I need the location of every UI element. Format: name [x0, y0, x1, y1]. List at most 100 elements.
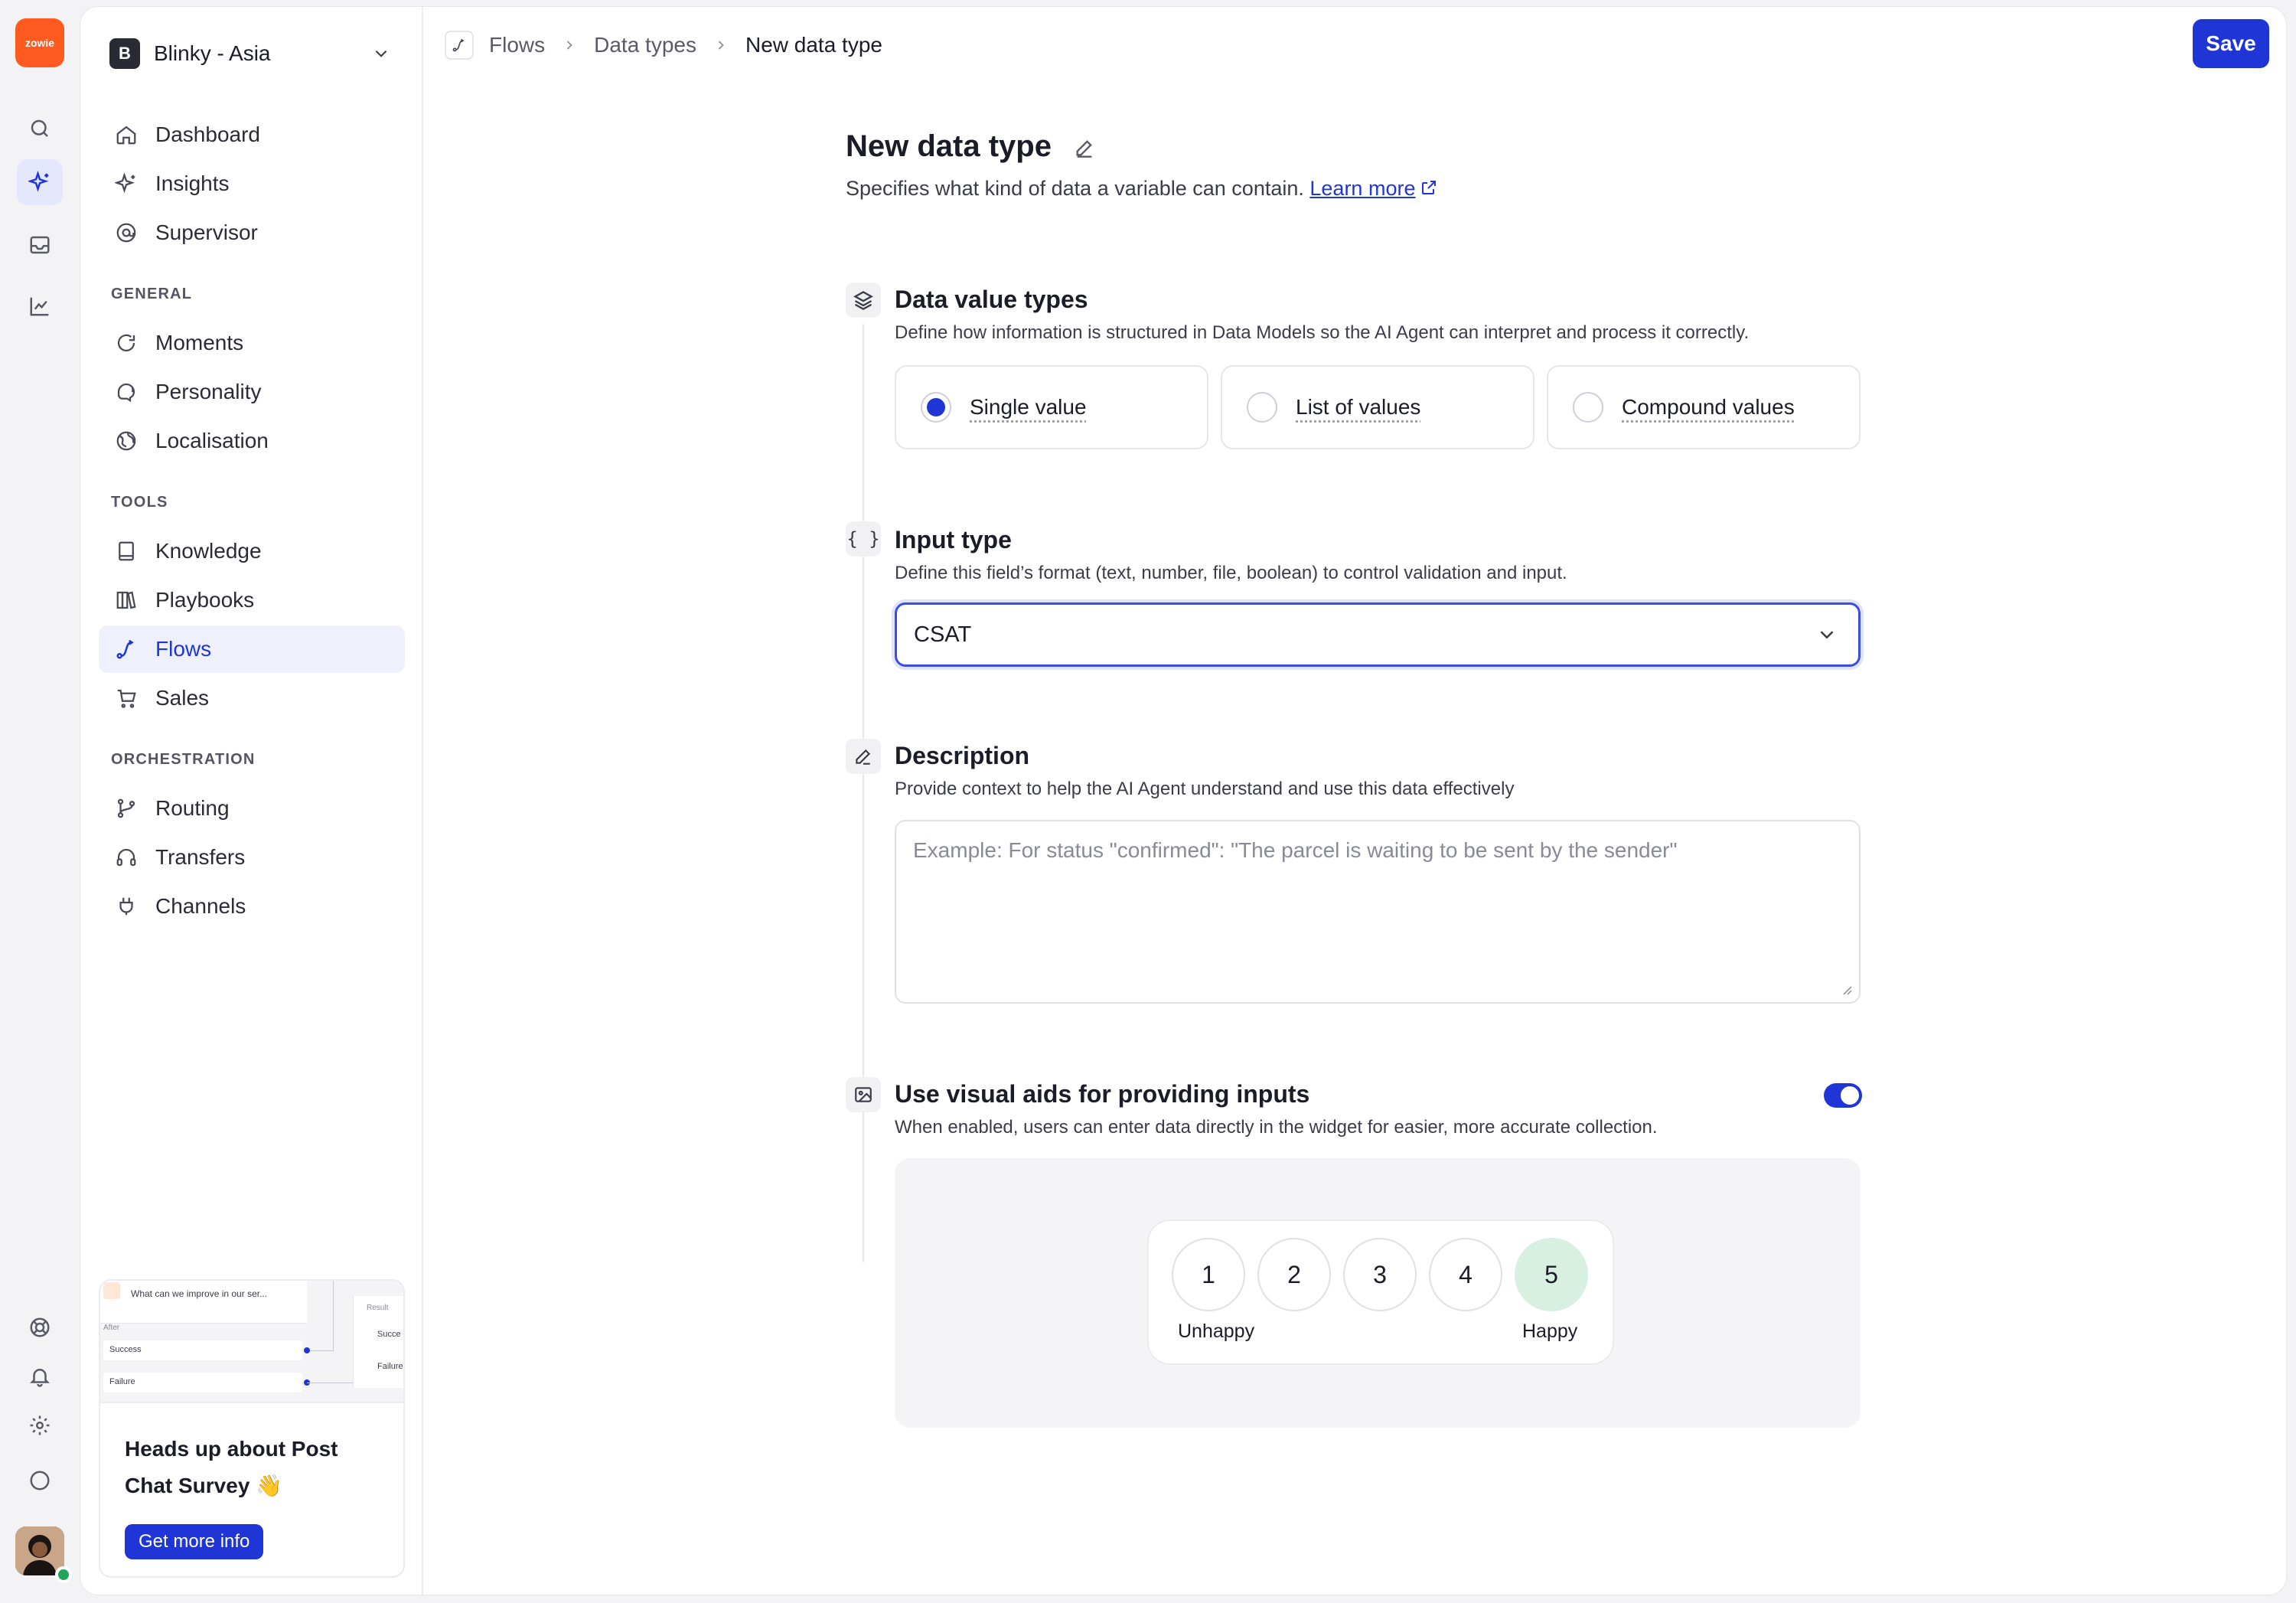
layers-icon [846, 282, 881, 318]
breadcrumb: Flows Data types New data type [445, 28, 882, 62]
input-type-value: CSAT [914, 622, 972, 647]
promo-thumb-success: Success [103, 1340, 302, 1360]
sidebar-item-knowledge[interactable]: Knowledge [99, 527, 405, 575]
rating-option-1[interactable]: 1 [1172, 1238, 1245, 1311]
rating-high-label: Happy [1522, 1321, 1578, 1342]
sidebar-item-transfers[interactable]: Transfers [99, 834, 405, 881]
chevron-down-icon [371, 44, 391, 64]
at-icon [113, 219, 140, 246]
radio-unselected[interactable] [1247, 392, 1277, 423]
visual-aids-desc: When enabled, users can enter data direc… [895, 1117, 1658, 1138]
rail-help-button[interactable] [17, 1304, 63, 1350]
rating-widget: 1 2 3 4 5 Unhappy Happy [1147, 1219, 1614, 1365]
description-placeholder: Example: For status "confirmed": "The pa… [913, 838, 1678, 862]
data-value-types-desc: Define how information is structured in … [895, 322, 1750, 343]
learn-more-link[interactable]: Learn more [1309, 177, 1438, 200]
input-type-select[interactable]: CSAT [895, 602, 1861, 667]
promo-thumb-result-failure: Failure [377, 1362, 403, 1371]
promo-card: What can we improve in our ser... After … [99, 1279, 405, 1578]
sidebar-item-insights[interactable]: Insights [99, 160, 405, 207]
headset-icon [113, 844, 140, 871]
page-subtitle: Specifies what kind of data a variable c… [846, 177, 1438, 201]
rail-analytics-button[interactable] [17, 283, 63, 329]
sidebar-item-channels[interactable]: Channels [99, 883, 405, 930]
rating-option-2[interactable]: 2 [1257, 1238, 1331, 1311]
get-more-info-button[interactable]: Get more info [125, 1524, 264, 1559]
plug-icon [113, 893, 140, 920]
option-list-of-values[interactable]: List of values [1221, 365, 1534, 449]
app-logo[interactable]: zowie [15, 18, 64, 67]
braces-icon: { } [846, 521, 881, 557]
sidebar-item-flows[interactable]: Flows [99, 625, 405, 673]
sidebar-item-dashboard[interactable]: Dashboard [99, 111, 405, 158]
library-icon [113, 586, 140, 614]
sidebar-item-routing[interactable]: Routing [99, 785, 405, 832]
breadcrumb-data-types[interactable]: Data types [594, 33, 696, 57]
rating-option-4[interactable]: 4 [1429, 1238, 1502, 1311]
sidebar-item-localisation[interactable]: Localisation [99, 417, 405, 465]
online-status-dot [55, 1566, 72, 1583]
flow-icon [113, 635, 140, 663]
sidebar-item-label: Playbooks [155, 588, 255, 612]
book-icon [113, 537, 140, 565]
promo-illustration: What can we improve in our ser... After … [100, 1281, 403, 1403]
workspace-switcher[interactable]: B Blinky - Asia [97, 27, 403, 80]
description-title: Description [895, 742, 1030, 769]
promo-thumb-result-success: Succe [377, 1330, 401, 1339]
chat-icon [28, 1469, 51, 1492]
sidebar-item-playbooks[interactable]: Playbooks [99, 576, 405, 624]
page-subtitle-text: Specifies what kind of data a variable c… [846, 177, 1304, 200]
resize-handle-icon[interactable] [1839, 982, 1853, 996]
sidebar-item-label: Personality [155, 380, 262, 403]
save-button[interactable]: Save [2193, 19, 2269, 68]
sidebar-item-supervisor[interactable]: Supervisor [99, 209, 405, 256]
rail-ai-button[interactable] [17, 159, 63, 205]
sidebar-item-label: Sales [155, 686, 210, 710]
image-icon [846, 1077, 881, 1112]
input-type-desc: Define this field’s format (text, number… [895, 563, 1567, 583]
sidebar-item-label: Moments [155, 331, 244, 354]
sidebar-item-label: Knowledge [155, 539, 262, 563]
sparkle-icon [28, 171, 51, 194]
chart-icon [28, 295, 51, 318]
sidebar-item-personality[interactable]: Personality [99, 368, 405, 416]
edit-title-pencil-icon[interactable] [1074, 137, 1095, 158]
page-title: New data type [846, 129, 1095, 164]
visual-aids-toggle[interactable] [1824, 1083, 1862, 1108]
description-textarea[interactable]: Example: For status "confirmed": "The pa… [895, 820, 1861, 1004]
option-single-value[interactable]: Single value [895, 365, 1208, 449]
option-compound-values[interactable]: Compound values [1547, 365, 1861, 449]
visual-aids-title: Use visual aids for providing inputs [895, 1080, 1310, 1108]
breadcrumb-flows[interactable]: Flows [489, 33, 545, 57]
chevron-right-icon [713, 38, 729, 53]
rating-option-5-selected[interactable]: 5 [1515, 1238, 1588, 1311]
breadcrumb-current: New data type [745, 33, 882, 57]
radio-selected[interactable] [921, 392, 951, 423]
rail-search-button[interactable] [17, 106, 63, 152]
radio-unselected[interactable] [1573, 392, 1603, 423]
flow-icon [445, 31, 474, 60]
icon-rail: zowie [6, 6, 77, 1597]
sidebar-item-label: Supervisor [155, 220, 258, 244]
promo-thumb-question: What can we improve in our ser... [131, 1288, 268, 1299]
promo-thumb-result: Result [367, 1304, 389, 1312]
input-type-title: Input type [895, 526, 1012, 553]
chevron-down-icon [1815, 623, 1838, 646]
rail-chat-button[interactable] [17, 1458, 63, 1503]
section-title-general: GENERAL [111, 286, 193, 302]
sidebar-item-label: Channels [155, 894, 246, 918]
topbar: Flows Data types New data type Save [423, 7, 2286, 83]
sidebar-item-sales[interactable]: Sales [99, 674, 405, 722]
rail-settings-button[interactable] [17, 1402, 63, 1448]
rating-option-3[interactable]: 3 [1343, 1238, 1417, 1311]
pencil-icon [846, 739, 881, 774]
sidebar-item-label: Transfers [155, 845, 246, 869]
promo-thumb-failure: Failure [103, 1373, 302, 1392]
rail-notifications-button[interactable] [17, 1353, 63, 1399]
rail-inbox-button[interactable] [17, 222, 63, 268]
section-title-tools: TOOLS [111, 494, 168, 511]
chevron-right-icon [562, 38, 577, 53]
csat-preview: 1 2 3 4 5 Unhappy Happy [895, 1158, 1861, 1428]
sidebar-item-moments[interactable]: Moments [99, 319, 405, 367]
sidebar-item-label: Dashboard [155, 122, 260, 146]
